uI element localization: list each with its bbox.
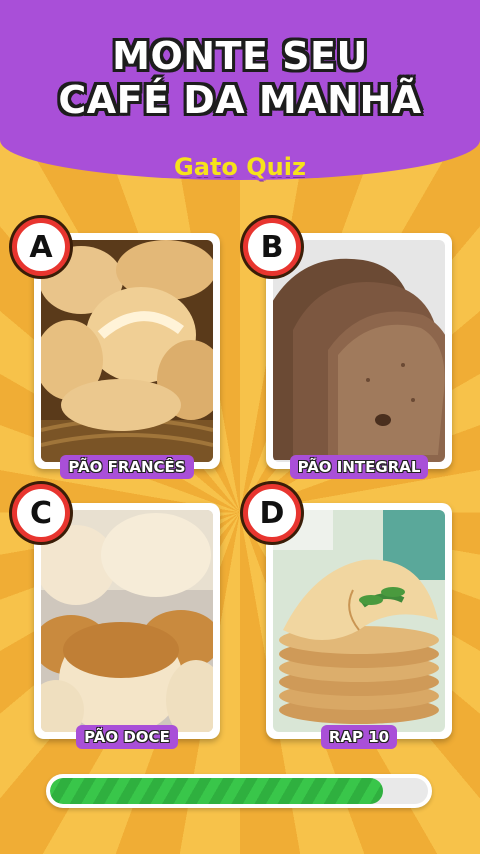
option-card-a[interactable]: PÃO FRANCÊS [34, 233, 220, 479]
brand-logo-text: Gato Quiz [174, 153, 306, 181]
option-label-a: PÃO FRANCÊS [34, 455, 220, 479]
title-line-1: MONTE SEU [112, 34, 368, 78]
option-card-b[interactable]: PÃO INTEGRAL [266, 233, 452, 479]
letter-badge-c: C [12, 484, 70, 542]
option-card-c[interactable]: PÃO DOCE [34, 503, 220, 749]
progress-fill [50, 778, 383, 804]
letter-badge-a: A [12, 218, 70, 276]
letter-badge-d: D [243, 484, 301, 542]
letter-badge-b: B [243, 218, 301, 276]
option-label-b: PÃO INTEGRAL [266, 455, 452, 479]
crepes-image [273, 510, 445, 732]
title-line-2: CAFÉ DA MANHÃ [58, 78, 422, 122]
progress-bar [46, 774, 432, 808]
whole-wheat-bread-image [273, 240, 445, 462]
option-card-d[interactable]: RAP 10 [266, 503, 452, 749]
french-bread-image [41, 240, 213, 462]
option-label-d: RAP 10 [266, 725, 452, 749]
option-label-c: PÃO DOCE [34, 725, 220, 749]
progress-track [50, 778, 428, 804]
sweet-bread-image [41, 510, 213, 732]
